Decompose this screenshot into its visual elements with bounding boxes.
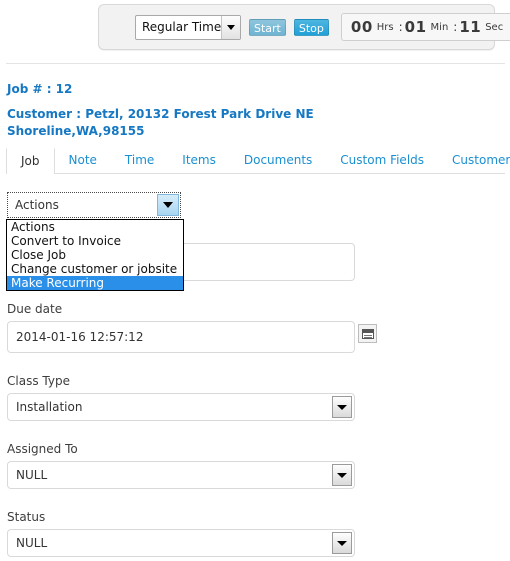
tab-customer-info[interactable]: Customer info: [438, 148, 510, 173]
timer-seconds-unit: Sec: [485, 21, 504, 33]
dropdown-option-convert-to-invoice[interactable]: Convert to Invoice: [7, 234, 183, 248]
timer-seconds: 11: [459, 18, 482, 36]
tab-job[interactable]: Job: [6, 148, 55, 174]
timer-separator-1: :: [398, 20, 403, 34]
tab-custom-fields[interactable]: Custom Fields: [326, 148, 438, 173]
due-date-label: Due date: [7, 302, 63, 316]
class-type-label: Class Type: [7, 374, 70, 388]
class-type-select[interactable]: Installation: [7, 393, 355, 421]
actions-select-value: Actions: [15, 198, 59, 212]
timer-minutes: 01: [404, 18, 427, 36]
assigned-to-value: NULL: [16, 468, 48, 482]
timer-separator-2: :: [453, 20, 458, 34]
timer-toolbar: Regular Time Start Stop 00 Hrs : 01 Min …: [98, 4, 510, 50]
tab-items[interactable]: Items: [168, 148, 230, 173]
status-group: Status NULL: [0, 510, 510, 561]
tab-time[interactable]: Time: [111, 148, 168, 173]
tab-documents[interactable]: Documents: [230, 148, 326, 173]
customer-info-line: Customer : Petzl, 20132 Forest Park Driv…: [7, 107, 314, 138]
chevron-down-icon[interactable]: [157, 194, 179, 216]
timer-minutes-unit: Min: [430, 21, 449, 33]
chevron-down-icon[interactable]: [332, 532, 352, 554]
class-type-group: Class Type Installation: [0, 374, 510, 425]
actions-dropdown-list[interactable]: Actions Convert to Invoice Close Job Cha…: [6, 219, 184, 291]
start-timer-button[interactable]: Start: [249, 18, 286, 36]
tab-bar: Job Note Time Items Documents Custom Fie…: [6, 147, 510, 174]
dropdown-option-close-job[interactable]: Close Job: [7, 248, 183, 262]
stop-timer-button[interactable]: Stop: [293, 18, 329, 36]
assigned-to-group: Assigned To NULL: [0, 442, 510, 493]
actions-select[interactable]: Actions: [7, 192, 181, 218]
assigned-to-label: Assigned To: [7, 442, 78, 456]
tab-note[interactable]: Note: [55, 148, 111, 173]
class-type-value: Installation: [16, 400, 83, 414]
status-select[interactable]: NULL: [7, 529, 355, 557]
time-type-select[interactable]: Regular Time: [135, 14, 241, 40]
status-label: Status: [7, 510, 46, 524]
time-type-value: Regular Time: [142, 20, 221, 34]
dropdown-option-make-recurring[interactable]: Make Recurring: [7, 276, 183, 290]
due-date-group: Due date 2014-01-16 12:57:12: [0, 302, 510, 357]
dropdown-option-actions[interactable]: Actions: [7, 220, 183, 234]
chevron-down-icon[interactable]: [332, 396, 352, 418]
timer-controls: Regular Time Start Stop 00 Hrs : 01 Min …: [135, 13, 510, 41]
assigned-to-select[interactable]: NULL: [7, 461, 355, 489]
job-number: Job # : 12: [7, 82, 73, 96]
chevron-down-icon[interactable]: [221, 15, 240, 39]
dropdown-option-change-customer-or-jobsite[interactable]: Change customer or jobsite: [7, 262, 183, 276]
timer-hours: 00: [350, 18, 373, 36]
elapsed-time-display: 00 Hrs : 01 Min : 11 Sec: [340, 13, 510, 41]
timer-hours-unit: Hrs: [376, 21, 394, 33]
calendar-icon[interactable]: [358, 324, 377, 343]
status-value: NULL: [16, 536, 48, 550]
due-date-input[interactable]: 2014-01-16 12:57:12: [7, 321, 355, 353]
chevron-down-icon[interactable]: [332, 464, 352, 486]
header-divider: [6, 63, 505, 64]
